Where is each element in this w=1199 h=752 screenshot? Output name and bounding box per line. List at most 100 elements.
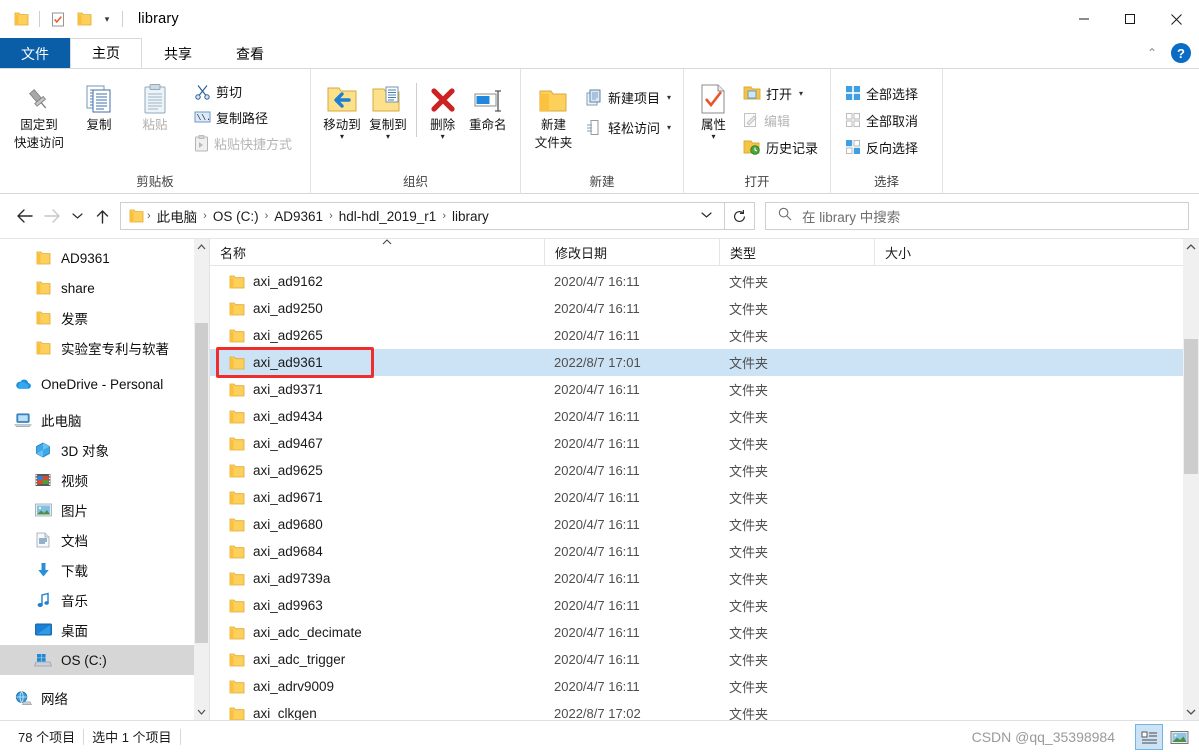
tab-file[interactable]: 文件: [0, 38, 70, 68]
easy-access-caret-icon[interactable]: ▾: [667, 123, 671, 132]
quick-access-dropdown-icon[interactable]: ▾: [97, 4, 117, 34]
sidebar-item-pictures[interactable]: 图片: [0, 495, 209, 525]
table-row[interactable]: axi_ad9371 2020/4/7 16:11 文件夹: [210, 376, 1199, 403]
sidebar-item-invoices[interactable]: 发票: [0, 303, 209, 333]
search-input[interactable]: 在 library 中搜索: [765, 202, 1189, 230]
forward-arrow-icon[interactable]: [38, 202, 66, 230]
properties-icon[interactable]: [45, 4, 71, 34]
table-row[interactable]: axi_ad9625 2020/4/7 16:11 文件夹: [210, 457, 1199, 484]
sidebar-item-desktop[interactable]: 桌面: [0, 615, 209, 645]
table-row[interactable]: axi_adc_decimate 2020/4/7 16:11 文件夹: [210, 619, 1199, 646]
new-item-button[interactable]: 新建项目 ▾: [582, 85, 675, 109]
table-row[interactable]: axi_ad9739a 2020/4/7 16:11 文件夹: [210, 565, 1199, 592]
delete-button[interactable]: 删除 ▾: [422, 75, 464, 141]
table-row[interactable]: axi_ad9963 2020/4/7 16:11 文件夹: [210, 592, 1199, 619]
table-row[interactable]: axi_ad9671 2020/4/7 16:11 文件夹: [210, 484, 1199, 511]
column-header-name[interactable]: 名称: [210, 238, 544, 266]
back-arrow-icon[interactable]: [10, 202, 38, 230]
table-row[interactable]: axi_ad9434 2020/4/7 16:11 文件夹: [210, 403, 1199, 430]
table-row[interactable]: axi_clkgen 2022/8/7 17:02 文件夹: [210, 700, 1199, 720]
table-row[interactable]: axi_ad9467 2020/4/7 16:11 文件夹: [210, 430, 1199, 457]
sidebar-item-this-pc[interactable]: 此电脑: [0, 405, 209, 435]
breadcrumb-item-4[interactable]: library: [447, 209, 494, 224]
properties-caret-icon[interactable]: ▾: [711, 133, 715, 141]
sidebar-item-share[interactable]: share: [0, 273, 209, 303]
navigation-scrollbar[interactable]: [194, 239, 209, 720]
sidebar-item-videos[interactable]: 视频: [0, 465, 209, 495]
table-row[interactable]: axi_ad9361 2022/8/7 17:01 文件夹: [210, 349, 1199, 376]
scroll-up-icon[interactable]: [194, 239, 209, 255]
sidebar-item-onedrive[interactable]: OneDrive - Personal: [0, 369, 209, 399]
recent-dropdown-icon[interactable]: [66, 202, 88, 230]
paste-shortcut-button[interactable]: 粘贴快捷方式: [190, 131, 296, 155]
move-to-button[interactable]: 移动到 ▾: [319, 75, 365, 141]
new-folder-button[interactable]: 新建 文件夹: [529, 75, 578, 151]
breadcrumb-item-0[interactable]: 此电脑: [152, 206, 203, 226]
file-list-scrollbar[interactable]: [1183, 239, 1199, 720]
open-button[interactable]: 打开 ▾: [739, 81, 822, 105]
edit-button[interactable]: 编辑: [739, 108, 822, 132]
copy-to-caret-icon[interactable]: ▾: [386, 133, 390, 141]
select-all-button[interactable]: 全部选择: [841, 81, 922, 105]
table-row[interactable]: axi_ad9250 2020/4/7 16:11 文件夹: [210, 295, 1199, 322]
copy-button[interactable]: 复制: [72, 75, 126, 133]
sidebar-item-lab-patents[interactable]: 实验室专利与软著: [0, 333, 209, 363]
folder-icon[interactable]: [8, 4, 34, 34]
easy-access-button[interactable]: 轻松访问 ▾: [582, 115, 675, 139]
breadcrumb-item-3[interactable]: hdl-hdl_2019_r1: [334, 209, 442, 224]
details-view-icon[interactable]: [1135, 724, 1163, 750]
select-none-button[interactable]: 全部取消: [841, 108, 922, 132]
delete-caret-icon[interactable]: ▾: [441, 133, 445, 141]
column-header-type[interactable]: 类型: [719, 238, 874, 266]
navigation-scroll-thumb[interactable]: [195, 323, 208, 643]
open-caret-icon[interactable]: ▾: [799, 89, 803, 98]
column-header-size[interactable]: 大小: [874, 238, 979, 266]
pin-to-quick-access-button[interactable]: 固定到 快速访问: [8, 75, 70, 151]
paste-button[interactable]: 粘贴: [128, 75, 182, 133]
refresh-icon[interactable]: [725, 202, 755, 230]
scroll-down-icon[interactable]: [194, 704, 209, 720]
sidebar-item-os-c[interactable]: OS (C:): [0, 645, 209, 675]
table-row[interactable]: axi_ad9680 2020/4/7 16:11 文件夹: [210, 511, 1199, 538]
file-list-scroll-thumb[interactable]: [1184, 339, 1198, 474]
sidebar-item-ad9361[interactable]: AD9361: [0, 243, 209, 273]
table-row[interactable]: axi_adc_trigger 2020/4/7 16:11 文件夹: [210, 646, 1199, 673]
breadcrumb-folder-icon[interactable]: [127, 209, 146, 223]
table-row[interactable]: axi_ad9684 2020/4/7 16:11 文件夹: [210, 538, 1199, 565]
copy-path-button[interactable]: \\.. 复制路径: [190, 105, 296, 129]
breadcrumb-bar[interactable]: › 此电脑 › OS (C:) › AD9361 › hdl-hdl_2019_…: [120, 202, 725, 230]
sidebar-item-downloads[interactable]: 下载: [0, 555, 209, 585]
column-header-date[interactable]: 修改日期: [544, 238, 719, 266]
copy-to-button[interactable]: 复制到 ▾: [365, 75, 411, 141]
table-row[interactable]: axi_ad9265 2020/4/7 16:11 文件夹: [210, 322, 1199, 349]
new-folder-icon[interactable]: [71, 4, 97, 34]
breadcrumb-item-2[interactable]: AD9361: [269, 209, 328, 224]
chevron-down-icon[interactable]: [695, 211, 718, 222]
cut-button[interactable]: 剪切: [190, 79, 296, 103]
move-to-caret-icon[interactable]: ▾: [340, 133, 344, 141]
up-arrow-icon[interactable]: [88, 202, 116, 230]
sidebar-item-music[interactable]: 音乐: [0, 585, 209, 615]
collapse-ribbon-icon[interactable]: ⌃: [1143, 46, 1161, 60]
properties-button[interactable]: 属性 ▾: [692, 75, 735, 141]
tab-home[interactable]: 主页: [70, 38, 142, 68]
sidebar-item-3d-objects[interactable]: 3D 对象: [0, 435, 209, 465]
tab-view[interactable]: 查看: [214, 38, 286, 68]
table-row[interactable]: axi_adrv9009 2020/4/7 16:11 文件夹: [210, 673, 1199, 700]
minimize-icon[interactable]: [1061, 0, 1107, 38]
sidebar-item-network[interactable]: 网络: [0, 683, 209, 713]
invert-selection-button[interactable]: 反向选择: [841, 135, 922, 159]
scroll-down-icon[interactable]: [1183, 704, 1199, 720]
rename-button[interactable]: 重命名: [463, 75, 512, 133]
table-row[interactable]: axi_ad9162 2020/4/7 16:11 文件夹: [210, 268, 1199, 295]
new-item-caret-icon[interactable]: ▾: [667, 93, 671, 102]
help-icon[interactable]: ?: [1171, 43, 1191, 63]
sidebar-item-documents[interactable]: 文档: [0, 525, 209, 555]
breadcrumb-item-1[interactable]: OS (C:): [208, 209, 264, 224]
close-icon[interactable]: [1153, 0, 1199, 38]
large-icons-view-icon[interactable]: [1165, 724, 1193, 750]
history-button[interactable]: 历史记录: [739, 135, 822, 159]
scroll-up-icon[interactable]: [1183, 239, 1199, 255]
tab-share[interactable]: 共享: [142, 38, 214, 68]
maximize-icon[interactable]: [1107, 0, 1153, 38]
